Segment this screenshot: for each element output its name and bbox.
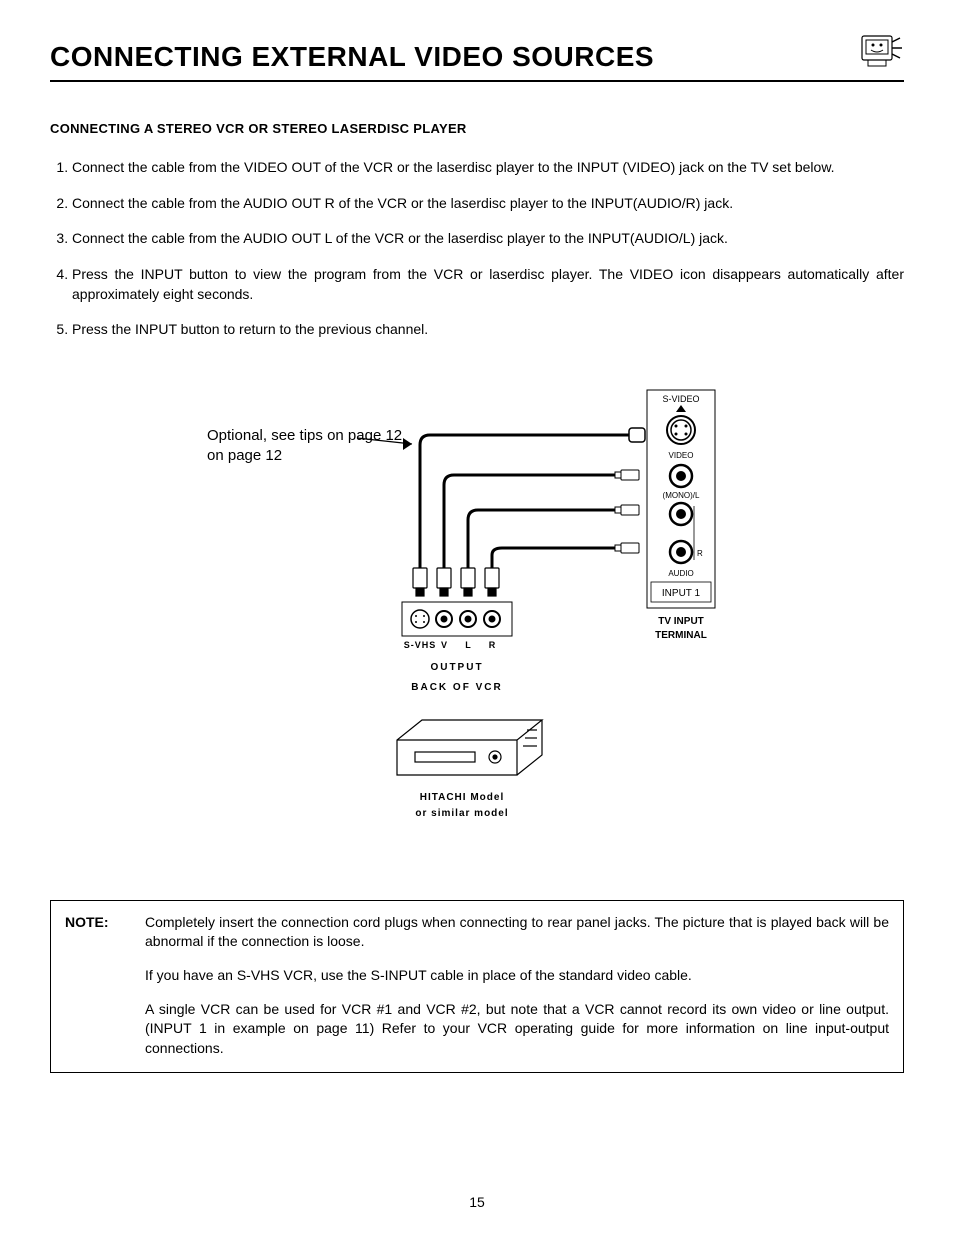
cable-icon bbox=[420, 428, 645, 570]
page-number: 15 bbox=[50, 1193, 904, 1213]
svg-text:V: V bbox=[441, 640, 447, 650]
svg-text:INPUT 1: INPUT 1 bbox=[662, 588, 701, 599]
step-item: Connect the cable from the AUDIO OUT R o… bbox=[72, 194, 904, 214]
mascot-icon bbox=[856, 28, 904, 76]
svg-text:(MONO)/L: (MONO)/L bbox=[663, 491, 700, 500]
svg-text:S-VHS: S-VHS bbox=[404, 640, 437, 650]
section-subtitle: CONNECTING A STEREO VCR OR STEREO LASERD… bbox=[50, 120, 904, 138]
svg-text:AUDIO: AUDIO bbox=[668, 569, 693, 578]
svg-text:L: L bbox=[465, 640, 471, 650]
svg-text:TERMINAL: TERMINAL bbox=[655, 630, 707, 641]
tv-input-panel: S-VIDEO VIDEO (MONO)/L R AUDIO INPUT 1 T… bbox=[647, 390, 715, 641]
svg-text:OUTPUT: OUTPUT bbox=[430, 662, 483, 673]
step-item: Press the INPUT button to view the progr… bbox=[72, 265, 904, 304]
svg-text:VIDEO: VIDEO bbox=[669, 451, 694, 460]
svg-text:on page 12: on page 12 bbox=[207, 447, 282, 464]
vcr-unit-icon bbox=[397, 720, 542, 775]
step-item: Press the INPUT button to return to the … bbox=[72, 320, 904, 340]
note-label: NOTE: bbox=[65, 913, 145, 952]
svg-text:S-VIDEO: S-VIDEO bbox=[662, 394, 699, 404]
connection-diagram: Optional, see tips on page 12 on page 12… bbox=[50, 380, 904, 850]
instruction-list: Connect the cable from the VIDEO OUT of … bbox=[50, 158, 904, 340]
tip-text: Optional, see tips on page 12 bbox=[207, 427, 402, 444]
note-text: A single VCR can be used for VCR #1 and … bbox=[145, 1000, 889, 1059]
svg-text:or similar model: or similar model bbox=[415, 808, 508, 819]
svg-text:TV INPUT: TV INPUT bbox=[658, 616, 704, 627]
step-item: Connect the cable from the VIDEO OUT of … bbox=[72, 158, 904, 178]
svg-text:HITACHI Model: HITACHI Model bbox=[420, 792, 504, 803]
svg-text:R: R bbox=[697, 549, 703, 558]
step-item: Connect the cable from the AUDIO OUT L o… bbox=[72, 229, 904, 249]
svg-text:BACK OF VCR: BACK OF VCR bbox=[411, 682, 502, 693]
note-text: If you have an S-VHS VCR, use the S-INPU… bbox=[145, 966, 889, 986]
rca-plug-icon bbox=[615, 470, 639, 553]
page-header: CONNECTING EXTERNAL VIDEO SOURCES bbox=[50, 28, 904, 82]
note-text: Completely insert the connection cord pl… bbox=[145, 913, 889, 952]
vcr-output-panel: S-VHS V L R OUTPUT BACK OF VCR bbox=[402, 602, 512, 693]
svg-text:R: R bbox=[489, 640, 496, 650]
page-title: CONNECTING EXTERNAL VIDEO SOURCES bbox=[50, 37, 654, 76]
note-box: NOTE: Completely insert the connection c… bbox=[50, 900, 904, 1074]
plug-icon bbox=[413, 568, 499, 596]
